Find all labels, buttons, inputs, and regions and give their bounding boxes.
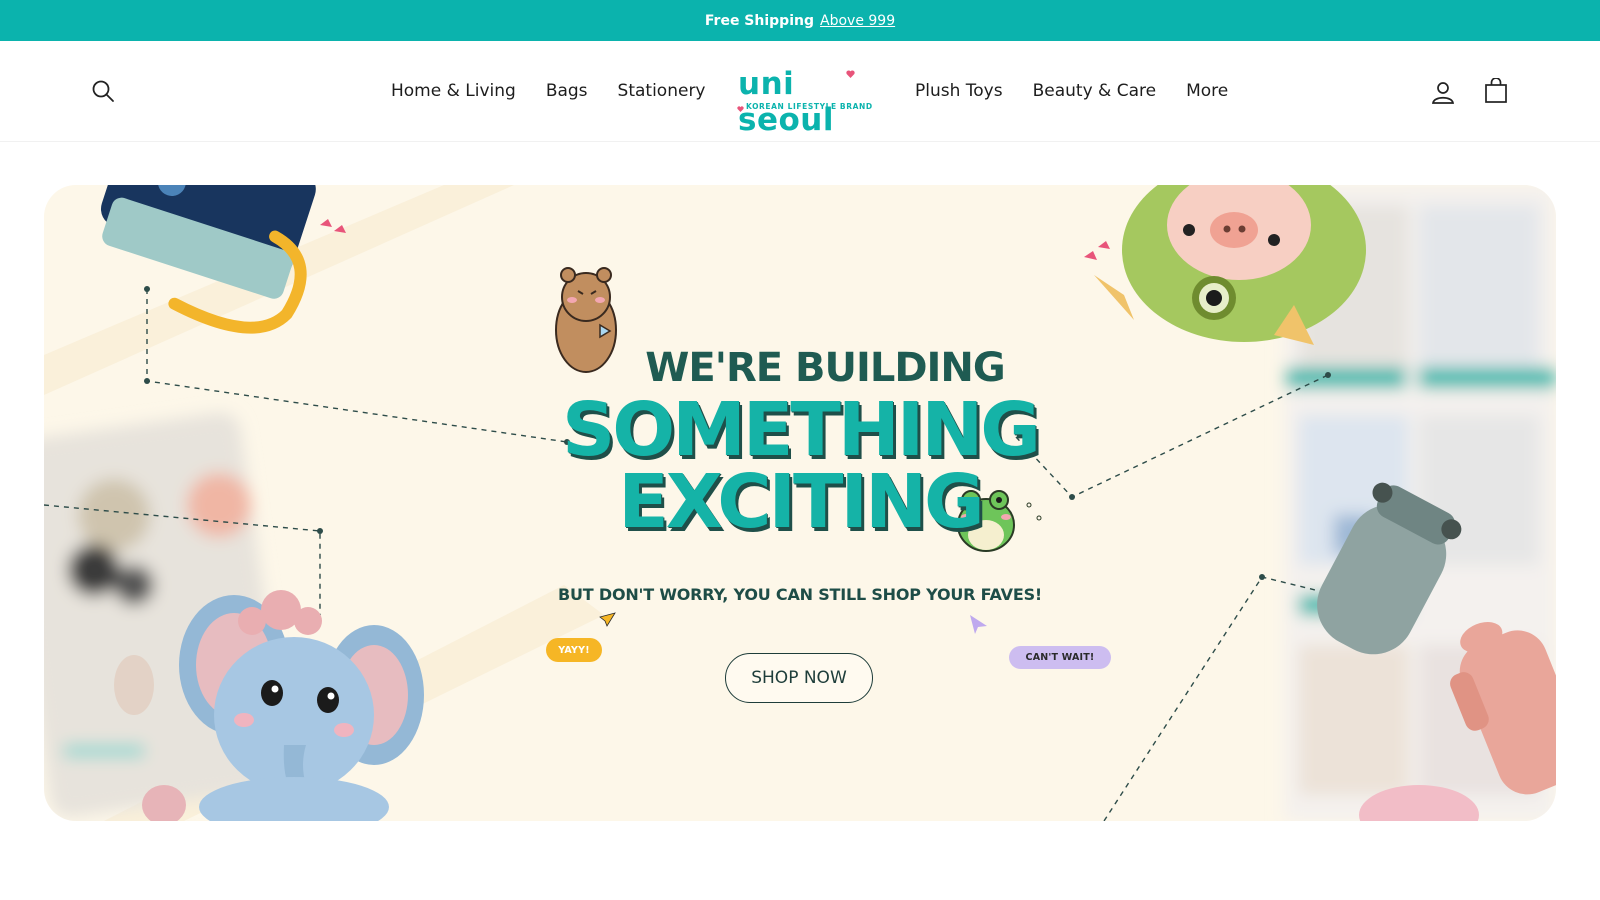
heart-icon [846, 70, 855, 78]
main-nav-right: Plush Toys Beauty & Care More [915, 41, 1228, 141]
main-nav-left: Home & Living Bags Stationery [391, 41, 706, 141]
nav-item-more[interactable]: More [1186, 81, 1228, 101]
yay-speech-bubble: YAYY! [546, 638, 602, 662]
hero-subheadline: BUT DON'T WORRY, YOU CAN STILL SHOP YOUR… [558, 585, 1042, 604]
shopping-bag-icon[interactable] [1480, 75, 1512, 107]
announcement-bar: Free Shipping Above 999 [0, 0, 1600, 41]
site-header: Home & Living Bags Stationery uni seoul … [0, 41, 1600, 142]
heart-decoration [1098, 241, 1110, 249]
nav-item-stationery[interactable]: Stationery [618, 81, 706, 101]
hero-headline-line2: SOMETHING [561, 387, 1041, 473]
announcement-text: Free Shipping [704, 12, 814, 29]
brand-logo[interactable]: uni seoul KOREAN LIFESTYLE BRAND [728, 66, 872, 138]
user-icon[interactable] [1427, 76, 1459, 108]
announcement-link[interactable]: Above 999 [820, 13, 895, 29]
nav-item-plush-toys[interactable]: Plush Toys [915, 81, 1003, 101]
cursor-arrow-icon [970, 615, 987, 634]
heart-decoration [320, 219, 332, 227]
search-icon[interactable] [87, 75, 119, 107]
hero-headline-line1: WE'RE BUILDING [645, 345, 1005, 391]
hero-banner: WE'RE BUILDING SOMETHING EXCITING BUT DO… [44, 185, 1556, 821]
cant-wait-speech-bubble: CAN'T WAIT! [1009, 646, 1111, 669]
nav-item-home-living[interactable]: Home & Living [391, 81, 516, 101]
logo-tagline: KOREAN LIFESTYLE BRAND [746, 102, 873, 111]
nav-item-bags[interactable]: Bags [546, 81, 588, 101]
lunchbox-product [100, 185, 316, 334]
shop-now-button[interactable]: SHOP NOW [725, 653, 873, 703]
nav-item-beauty-care[interactable]: Beauty & Care [1033, 81, 1156, 101]
heart-icon [737, 106, 744, 112]
heart-decoration [1084, 251, 1097, 260]
hero-headline-line3: EXCITING [618, 459, 985, 545]
